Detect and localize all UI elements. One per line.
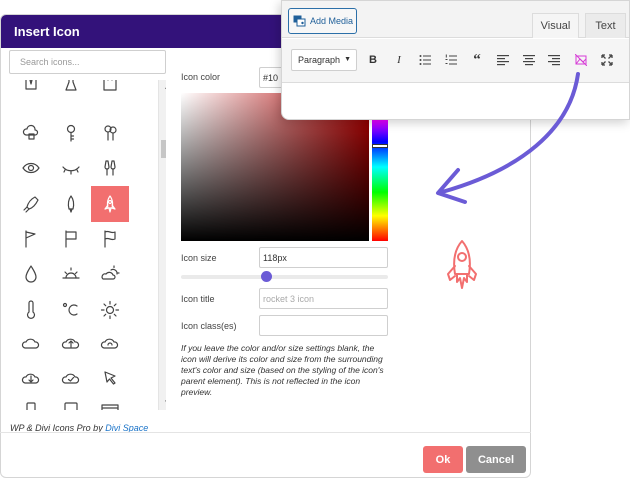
- icon-size-slider-track[interactable]: [181, 275, 388, 279]
- wp-editor-panel: Add Media Visual Text Paragraph ▼ B I “: [281, 0, 630, 120]
- rocket-3-icon[interactable]: [91, 186, 129, 222]
- flask-icon[interactable]: [52, 80, 90, 102]
- insert-icon-button-icon[interactable]: [572, 51, 590, 69]
- thermometer-icon[interactable]: [12, 292, 50, 328]
- add-media-label: Add Media: [310, 16, 354, 26]
- cloud-icon[interactable]: [12, 325, 50, 361]
- tab-text[interactable]: Text: [585, 13, 626, 38]
- align-left-icon[interactable]: [494, 51, 512, 69]
- drop-icon[interactable]: [12, 256, 50, 292]
- rocket-preview-icon: [447, 240, 477, 289]
- cursor-icon[interactable]: [91, 360, 129, 396]
- bulleted-list-icon[interactable]: [416, 51, 434, 69]
- cloud-sun-icon[interactable]: [91, 256, 129, 292]
- icon-title-input[interactable]: [259, 288, 388, 309]
- help-note: If you leave the color and/or size setti…: [181, 343, 384, 397]
- screenshot-stage: Insert Icon ▲ ▼ Icon color Icon size Ico…: [0, 0, 630, 480]
- icon-title-label: Icon title: [181, 294, 215, 304]
- tablet-icon[interactable]: [52, 393, 90, 410]
- scroll-down-arrow-icon[interactable]: ▼: [159, 396, 166, 410]
- sunrise-icon[interactable]: [52, 256, 90, 292]
- bold-icon[interactable]: B: [364, 51, 382, 69]
- celsius-icon[interactable]: [52, 292, 90, 328]
- eye-icon[interactable]: [12, 150, 50, 186]
- cancel-button[interactable]: Cancel: [466, 446, 526, 473]
- keys-icon[interactable]: [91, 115, 129, 151]
- icon-size-slider-handle[interactable]: [260, 271, 272, 282]
- cloud-sync-icon[interactable]: [91, 325, 129, 361]
- icon-color-label: Icon color: [181, 72, 221, 82]
- editor-toolbar: Paragraph ▼ B I “: [282, 39, 629, 83]
- scroll-up-arrow-icon[interactable]: ▲: [159, 80, 166, 94]
- cloud-check-icon[interactable]: [52, 360, 90, 396]
- cloud-download-icon[interactable]: [12, 360, 50, 396]
- italic-icon[interactable]: I: [390, 51, 408, 69]
- rocket-2-icon[interactable]: [52, 186, 90, 222]
- hue-slider-handle[interactable]: [372, 144, 388, 148]
- numbered-list-icon[interactable]: [442, 51, 460, 69]
- tab-visual[interactable]: Visual: [532, 13, 579, 38]
- editor-top-bar: Add Media Visual Text: [282, 1, 629, 38]
- mobile-icon[interactable]: [12, 393, 50, 410]
- dropdown-caret-icon: ▼: [344, 56, 351, 63]
- search-icons-input[interactable]: [9, 50, 166, 74]
- add-media-button[interactable]: Add Media: [288, 8, 357, 34]
- icon-classes-label: Icon class(es): [181, 321, 237, 331]
- window-icon[interactable]: [91, 393, 129, 410]
- flag-2-icon[interactable]: [52, 221, 90, 257]
- format-select-value: Paragraph: [298, 55, 341, 65]
- sun-icon[interactable]: [91, 292, 129, 328]
- format-select[interactable]: Paragraph ▼: [291, 49, 357, 71]
- icon-grid-scrollbar[interactable]: ▲ ▼: [158, 80, 166, 410]
- icon-size-input[interactable]: [259, 247, 388, 268]
- fullscreen-icon[interactable]: [598, 51, 616, 69]
- flag-3-icon[interactable]: [91, 221, 129, 257]
- ok-button[interactable]: Ok: [423, 446, 463, 473]
- scroll-thumb[interactable]: [161, 140, 166, 158]
- add-media-icon: [293, 15, 306, 27]
- key-icon[interactable]: [52, 115, 90, 151]
- eye-closed-icon[interactable]: [52, 150, 90, 186]
- champagne-icon[interactable]: [91, 150, 129, 186]
- icon-classes-input[interactable]: [259, 315, 388, 336]
- cloud-lock-icon[interactable]: [12, 115, 50, 151]
- icon-grid-container: ▲ ▼: [9, 80, 166, 410]
- bucket-icon[interactable]: [12, 80, 50, 102]
- align-center-icon[interactable]: [520, 51, 538, 69]
- align-right-icon[interactable]: [545, 51, 563, 69]
- box-icon[interactable]: [91, 80, 129, 102]
- rocket-icon[interactable]: [12, 186, 50, 222]
- flag-icon[interactable]: [12, 221, 50, 257]
- blockquote-icon[interactable]: “: [468, 51, 486, 69]
- icon-size-label: Icon size: [181, 253, 217, 263]
- cloud-upload-icon[interactable]: [52, 325, 90, 361]
